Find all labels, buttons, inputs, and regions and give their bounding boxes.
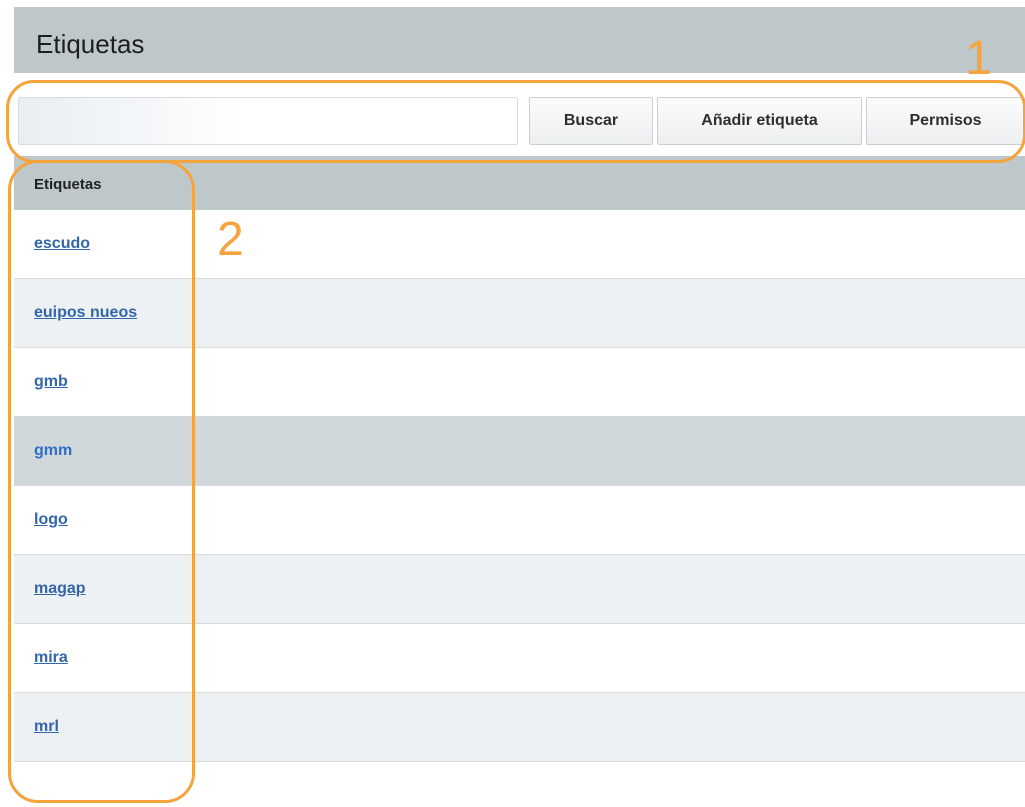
annotation-callout-tag-list [8,160,195,803]
annotation-number-1: 1 [965,32,992,85]
page-title: Etiquetas [36,29,145,59]
annotation-number-2: 2 [217,213,244,266]
annotation-callout-toolbar [6,80,1025,163]
page-title-bar: Etiquetas [14,7,1025,73]
